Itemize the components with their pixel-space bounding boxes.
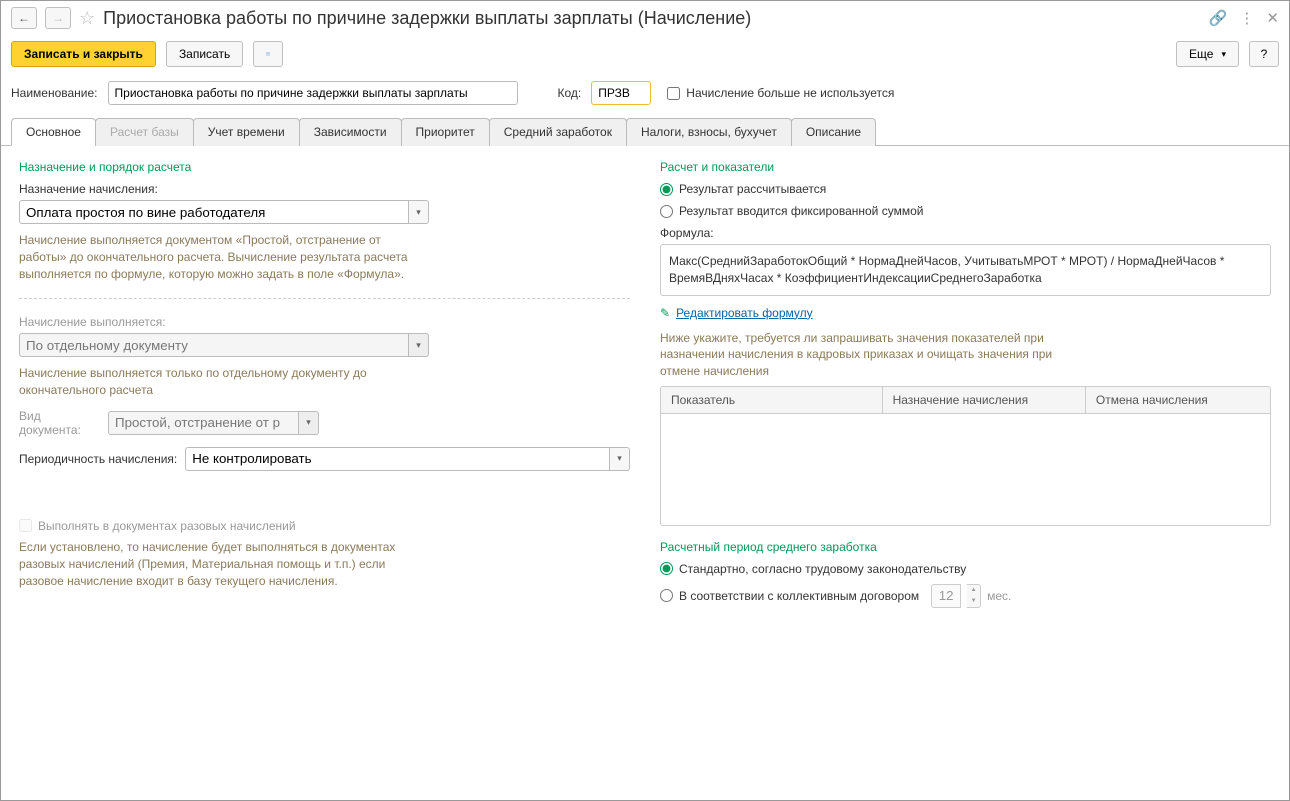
doctype-label: Вид документа:: [19, 409, 100, 437]
more-button[interactable]: Еще: [1176, 41, 1239, 67]
oneoff-label: Выполнять в документах разовых начислени…: [38, 519, 296, 533]
radio-standard-label: Стандартно, согласно трудовому законодат…: [679, 562, 966, 576]
tab-base[interactable]: Расчет базы: [95, 118, 194, 146]
save-button[interactable]: Записать: [166, 41, 243, 67]
oneoff-hint: Если установлено, то начисление будет вы…: [19, 539, 419, 589]
help-button[interactable]: ?: [1249, 41, 1279, 67]
code-input[interactable]: [591, 81, 651, 105]
radio-fixed-label: Результат вводится фиксированной суммой: [679, 204, 923, 218]
indicators-table[interactable]: Показатель Назначение начисления Отмена …: [660, 386, 1271, 526]
months-input: [931, 584, 961, 608]
period-label: Периодичность начисления:: [19, 452, 177, 466]
formula-label: Формула:: [660, 226, 1271, 240]
exec-hint: Начисление выполняется только по отдельн…: [19, 365, 419, 399]
radio-fixed[interactable]: [660, 205, 673, 218]
oneoff-checkbox: [19, 519, 32, 532]
tab-desc[interactable]: Описание: [791, 118, 876, 146]
back-button[interactable]: ←: [11, 7, 37, 29]
toolbar: Записать и закрыть Записать Еще ?: [1, 35, 1289, 73]
close-icon[interactable]: ✕: [1266, 9, 1279, 27]
avg-period-title: Расчетный период среднего заработка: [660, 540, 1271, 554]
period-select[interactable]: [185, 447, 610, 471]
edit-formula-link[interactable]: Редактировать формулу: [676, 306, 813, 320]
titlebar: ← → ☆ Приостановка работы по причине зад…: [1, 1, 1289, 35]
content: Назначение и порядок расчета Назначение …: [1, 146, 1289, 800]
tab-priority[interactable]: Приоритет: [401, 118, 490, 146]
tabs: Основное Расчет базы Учет времени Зависи…: [1, 117, 1289, 146]
radio-standard[interactable]: [660, 562, 673, 575]
months-suffix: мес.: [987, 589, 1011, 603]
kebab-icon[interactable]: ⋮: [1239, 9, 1254, 27]
exec-label: Начисление выполняется:: [19, 315, 630, 329]
tab-main[interactable]: Основное: [11, 118, 96, 146]
tab-avg[interactable]: Средний заработок: [489, 118, 627, 146]
months-spinner: ▲▼: [967, 584, 981, 608]
right-section-title: Расчет и показатели: [660, 160, 1271, 174]
right-column: Расчет и показатели Результат рассчитыва…: [660, 160, 1271, 786]
not-used-checkbox[interactable]: [667, 87, 680, 100]
th-assignment: Назначение начисления: [883, 387, 1086, 413]
pencil-icon: ✎: [660, 306, 670, 320]
window: ← → ☆ Приостановка работы по причине зад…: [0, 0, 1290, 801]
divider: [19, 298, 630, 299]
assign-select[interactable]: [19, 200, 409, 224]
report-button[interactable]: [253, 41, 283, 67]
tab-time[interactable]: Учет времени: [193, 118, 300, 146]
forward-button[interactable]: →: [45, 7, 71, 29]
doctype-select: [108, 411, 299, 435]
code-label: Код:: [558, 86, 582, 100]
indicators-hint: Ниже укажите, требуется ли запрашивать з…: [660, 330, 1060, 380]
exec-select: [19, 333, 409, 357]
tab-tax[interactable]: Налоги, взносы, бухучет: [626, 118, 792, 146]
assign-dropdown-button[interactable]: ▾: [409, 200, 429, 224]
favorite-icon[interactable]: ☆: [79, 8, 95, 29]
doctype-dropdown-button: ▾: [299, 411, 319, 435]
th-indicator: Показатель: [661, 387, 883, 413]
name-label: Наименование:: [11, 86, 98, 100]
window-title: Приостановка работы по причине задержки …: [103, 8, 1201, 29]
assign-label: Назначение начисления:: [19, 182, 630, 196]
radio-collective[interactable]: [660, 589, 673, 602]
not-used-label: Начисление больше не используется: [686, 86, 894, 100]
left-column: Назначение и порядок расчета Назначение …: [19, 160, 630, 786]
tab-deps[interactable]: Зависимости: [299, 118, 402, 146]
header-fields: Наименование: Код: Начисление больше не …: [1, 73, 1289, 113]
left-section-title: Назначение и порядок расчета: [19, 160, 630, 174]
link-icon[interactable]: 🔗: [1209, 9, 1228, 27]
exec-dropdown-button: ▾: [409, 333, 429, 357]
assign-hint: Начисление выполняется документом «Прост…: [19, 232, 419, 282]
formula-box: Макс(СреднийЗаработокОбщий * НормаДнейЧа…: [660, 244, 1271, 296]
period-dropdown-button[interactable]: ▾: [610, 447, 630, 471]
name-input[interactable]: [108, 81, 518, 105]
radio-collective-label: В соответствии с коллективным договором: [679, 589, 919, 603]
radio-calculated[interactable]: [660, 183, 673, 196]
radio-calculated-label: Результат рассчитывается: [679, 182, 826, 196]
save-close-button[interactable]: Записать и закрыть: [11, 41, 156, 67]
th-cancel: Отмена начисления: [1086, 387, 1270, 413]
report-icon: [266, 47, 270, 61]
